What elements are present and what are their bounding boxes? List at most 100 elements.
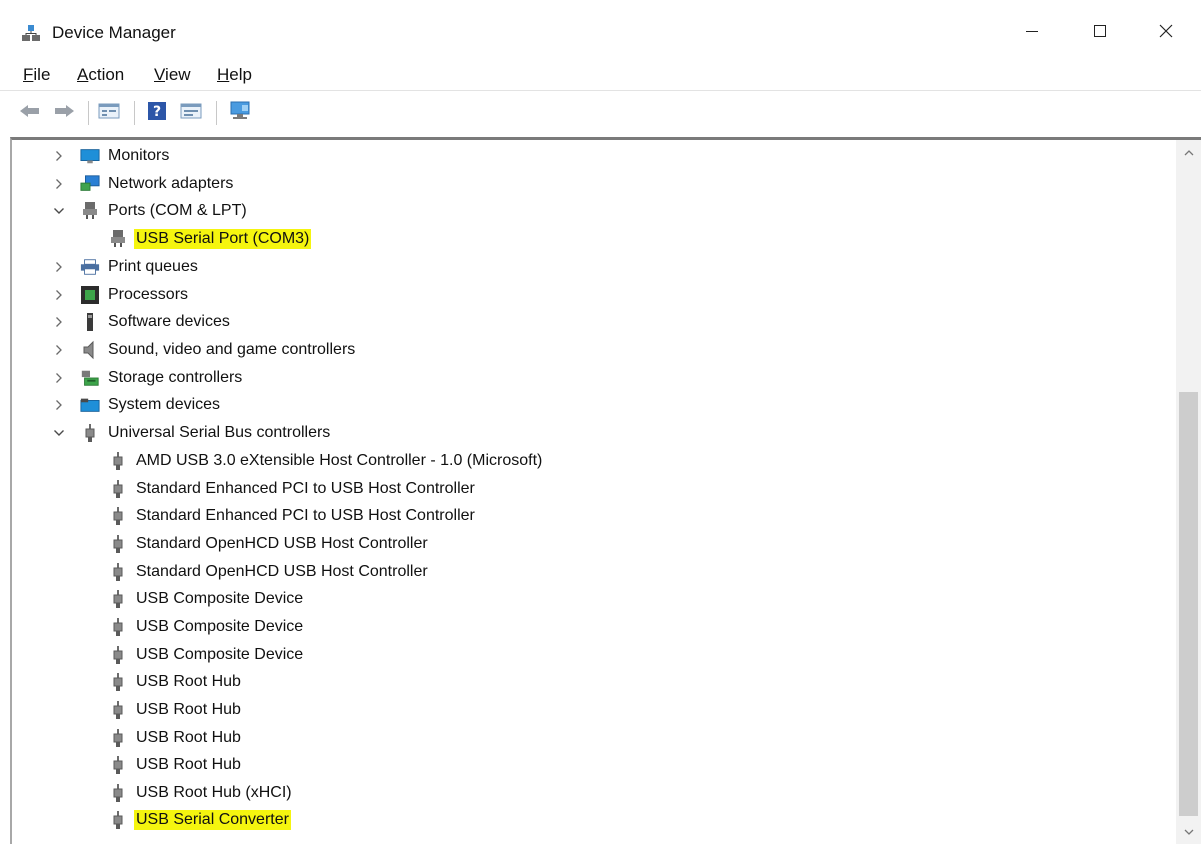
chevron-up-icon <box>1184 143 1194 161</box>
tree-item-usb-device[interactable]: AMD USB 3.0 eXtensible Host Controller -… <box>12 448 1178 475</box>
chevron-right-icon[interactable] <box>52 398 66 412</box>
port-icon <box>80 201 100 221</box>
tree-category-ports[interactable]: Ports (COM & LPT) <box>12 198 1178 225</box>
highlighted-device-label: USB Serial Converter <box>134 810 291 830</box>
monitor-icon <box>80 146 100 166</box>
minimize-icon <box>1025 24 1039 43</box>
menu-bar: File Action View Help <box>0 62 1201 88</box>
back-button[interactable] <box>18 101 42 125</box>
usb-icon <box>108 672 128 692</box>
close-button[interactable] <box>1136 12 1196 54</box>
usb-icon <box>108 617 128 637</box>
usb-icon <box>108 645 128 665</box>
tree-category-print-queues[interactable]: Print queues <box>12 254 1178 281</box>
chevron-right-icon[interactable] <box>52 371 66 385</box>
menu-view[interactable]: View <box>154 64 191 86</box>
chevron-down-icon[interactable] <box>52 426 66 440</box>
tree-item-usb-device[interactable]: Standard Enhanced PCI to USB Host Contro… <box>12 476 1178 503</box>
processor-icon <box>80 285 100 305</box>
device-tree: Monitors Network adapters Ports (COM & L… <box>12 140 1178 844</box>
toolbar-separator <box>88 101 89 125</box>
tree-category-system-devices[interactable]: System devices <box>12 392 1178 419</box>
usb-icon <box>108 810 128 830</box>
usb-icon <box>108 755 128 775</box>
usb-icon <box>108 589 128 609</box>
tree-item-usb-device[interactable]: Standard OpenHCD USB Host Controller <box>12 559 1178 586</box>
highlighted-device-label: USB Serial Port (COM3) <box>134 229 312 249</box>
properties-button[interactable] <box>96 101 122 125</box>
chevron-down-icon <box>1184 823 1194 841</box>
scan-hardware-icon <box>228 101 252 126</box>
update-driver-button[interactable] <box>178 101 204 125</box>
title-bar[interactable]: Device Manager <box>0 0 1201 62</box>
tree-item-usb-device[interactable]: USB Root Hub <box>12 725 1178 752</box>
help-button[interactable]: ? <box>144 101 170 125</box>
tree-item-usb-device[interactable]: USB Root Hub <box>12 697 1178 724</box>
chevron-right-icon[interactable] <box>52 343 66 357</box>
tree-category-software-devices[interactable]: Software devices <box>12 309 1178 336</box>
menu-help[interactable]: Help <box>217 64 252 86</box>
forward-button[interactable] <box>52 101 76 125</box>
tree-category-network-adapters[interactable]: Network adapters <box>12 171 1178 198</box>
storage-controller-icon <box>80 368 100 388</box>
port-icon <box>108 229 128 249</box>
tree-item-usb-device[interactable]: Standard Enhanced PCI to USB Host Contro… <box>12 503 1178 530</box>
device-manager-icon <box>20 22 42 44</box>
tree-item-usb-device[interactable]: USB Composite Device <box>12 642 1178 669</box>
tree-category-sound-video-game[interactable]: Sound, video and game controllers <box>12 337 1178 364</box>
vertical-scrollbar[interactable] <box>1176 140 1201 844</box>
tree-item-usb-serial-converter[interactable]: USB Serial Converter <box>12 807 1178 834</box>
chevron-right-icon[interactable] <box>52 315 66 329</box>
printer-icon <box>80 257 100 277</box>
usb-icon <box>108 534 128 554</box>
usb-icon <box>108 451 128 471</box>
menu-action[interactable]: Action <box>77 64 124 86</box>
tree-item-usb-device[interactable]: USB Composite Device <box>12 586 1178 613</box>
usb-icon <box>80 423 100 443</box>
back-arrow-icon <box>19 103 41 124</box>
chevron-right-icon[interactable] <box>52 177 66 191</box>
tree-category-monitors[interactable]: Monitors <box>12 143 1178 170</box>
tree-item-usb-device[interactable]: USB Root Hub <box>12 752 1178 779</box>
maximize-icon <box>1093 24 1107 43</box>
help-icon: ? <box>147 101 167 126</box>
usb-icon <box>108 479 128 499</box>
toolbar: ? <box>0 90 1201 136</box>
toolbar-separator <box>134 101 135 125</box>
maximize-button[interactable] <box>1070 12 1130 54</box>
usb-icon <box>108 783 128 803</box>
usb-icon <box>108 700 128 720</box>
tree-category-storage-controllers[interactable]: Storage controllers <box>12 365 1178 392</box>
chevron-right-icon[interactable] <box>52 149 66 163</box>
tree-item-usb-device[interactable]: USB Root Hub (xHCI) <box>12 780 1178 807</box>
tree-item-usb-device[interactable]: Standard OpenHCD USB Host Controller <box>12 531 1178 558</box>
scan-hardware-button[interactable] <box>226 101 254 125</box>
system-device-icon <box>80 395 100 415</box>
usb-icon <box>108 728 128 748</box>
scroll-up-button[interactable] <box>1176 140 1201 164</box>
chevron-down-icon[interactable] <box>52 204 66 218</box>
tree-category-usb-controllers[interactable]: Universal Serial Bus controllers <box>12 420 1178 447</box>
scroll-down-button[interactable] <box>1176 820 1201 844</box>
scrollbar-thumb[interactable] <box>1179 392 1198 816</box>
network-adapter-icon <box>80 174 100 194</box>
menu-file[interactable]: File <box>23 64 50 86</box>
tree-item-usb-device[interactable]: USB Composite Device <box>12 614 1178 641</box>
tree-item-usb-serial-port[interactable]: USB Serial Port (COM3) <box>12 226 1178 253</box>
forward-arrow-icon <box>53 103 75 124</box>
window-title: Device Manager <box>52 23 176 42</box>
tree-category-processors[interactable]: Processors <box>12 282 1178 309</box>
svg-text:?: ? <box>153 104 161 120</box>
properties-icon <box>98 102 120 125</box>
minimize-button[interactable] <box>1002 12 1062 54</box>
speaker-icon <box>80 340 100 360</box>
chevron-right-icon[interactable] <box>52 288 66 302</box>
usb-icon <box>108 506 128 526</box>
software-device-icon <box>80 312 100 332</box>
toolbar-separator <box>216 101 217 125</box>
usb-icon <box>108 562 128 582</box>
tree-item-usb-device[interactable]: USB Root Hub <box>12 669 1178 696</box>
chevron-right-icon[interactable] <box>52 260 66 274</box>
close-icon <box>1159 24 1173 43</box>
device-tree-pane: Monitors Network adapters Ports (COM & L… <box>10 137 1201 844</box>
